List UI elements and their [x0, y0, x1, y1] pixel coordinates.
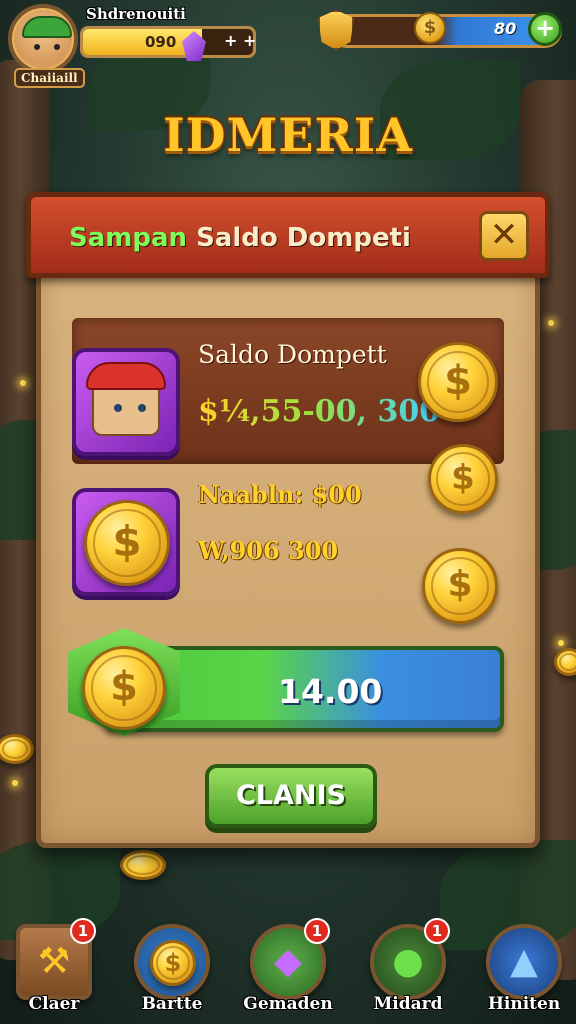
- egg-icon: ●: [392, 941, 424, 982]
- character-cap: [86, 362, 166, 390]
- ground-coin: [554, 648, 576, 676]
- progress-value: 14.00: [278, 672, 383, 711]
- ground-coin: [0, 734, 34, 764]
- add-currency-button[interactable]: +: [528, 12, 562, 46]
- player-avatar-button[interactable]: Chaiiaill: [8, 4, 85, 90]
- balance-title: Saldo Dompett: [198, 340, 387, 369]
- nav-button-frame: $: [134, 924, 210, 1000]
- nav-label: Gemaden: [243, 994, 333, 1014]
- coin-icon: $: [414, 12, 446, 44]
- firefly: [12, 780, 18, 786]
- close-button[interactable]: ✕: [479, 211, 529, 261]
- coin-icon: $: [418, 342, 498, 422]
- gem-icon: ◆: [274, 941, 302, 982]
- nav-item-bartte[interactable]: $ Bartte: [130, 924, 214, 1020]
- game-title: IDMERIA: [163, 108, 413, 162]
- player-name-tag: Chaiiaill: [14, 68, 85, 88]
- nav-label: Claer: [28, 994, 80, 1014]
- notification-badge: 1: [424, 918, 450, 944]
- avatar-eye: [54, 44, 60, 50]
- avatar-hat: [22, 16, 72, 38]
- dialog-title-rest: Saldo Dompeti: [187, 223, 411, 253]
- notification-badge: 1: [304, 918, 330, 944]
- notification-badge: 1: [70, 918, 96, 944]
- nav-item-claer[interactable]: ⚒ 1 Claer: [12, 918, 96, 1020]
- nav-item-midard[interactable]: ● 1 Midard: [366, 918, 450, 1020]
- character-eye: [114, 404, 122, 412]
- xp-text: 090: [145, 33, 177, 51]
- coin-icon: $: [150, 940, 196, 986]
- firefly: [558, 640, 564, 646]
- coin-reward-frame[interactable]: $: [72, 488, 180, 596]
- coin-icon: $: [422, 548, 498, 624]
- character-eye: [138, 404, 146, 412]
- firefly: [20, 380, 26, 386]
- coin-icon: $: [428, 444, 498, 514]
- stat-line: Naabln: $00: [198, 480, 362, 509]
- nav-button-frame: ▲: [486, 924, 562, 1000]
- currency-value: 80: [494, 19, 517, 38]
- stat-line: W,906 300: [198, 536, 339, 565]
- coin-icon: $: [84, 500, 170, 586]
- xp-plus-label: + +: [224, 31, 257, 50]
- broom-icon: ⚒: [37, 941, 71, 982]
- dialog-header: Sampan Saldo Dompeti ✕: [26, 192, 550, 278]
- nav-item-hiniten[interactable]: ▲ Hiniten: [482, 924, 566, 1020]
- avatar-eye: [34, 44, 40, 50]
- firefly: [548, 320, 554, 326]
- dialog-title-highlight: Sampan: [69, 223, 188, 253]
- avatar: [8, 4, 78, 74]
- nav-item-gemaden[interactable]: ◆ 1 Gemaden: [243, 918, 333, 1020]
- ground-coin: [120, 850, 166, 880]
- helmet-icon: ▲: [510, 941, 538, 982]
- nav-label: Midard: [373, 994, 443, 1014]
- character-portrait[interactable]: [72, 348, 180, 456]
- player-title: Shdrenouiti: [86, 5, 186, 23]
- balance-amount: $¼,55-00, 300: [198, 394, 441, 429]
- nav-label: Hiniten: [487, 994, 561, 1014]
- nav-label: Bartte: [141, 994, 203, 1014]
- claim-button[interactable]: CLANIS: [205, 764, 377, 828]
- coin-icon: $: [82, 646, 166, 730]
- dialog-title: Sampan Saldo Dompeti: [69, 223, 411, 253]
